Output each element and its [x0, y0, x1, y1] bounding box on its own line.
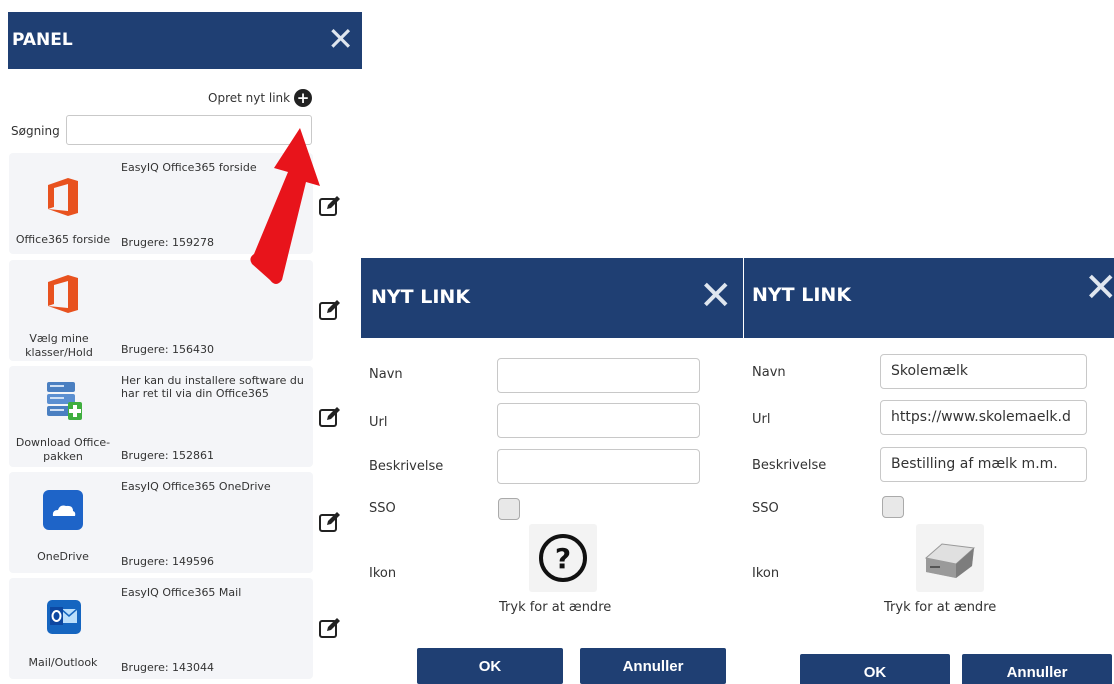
server-add-icon	[13, 378, 113, 438]
ok-button[interactable]: OK	[417, 648, 563, 684]
name-field[interactable]	[497, 358, 700, 393]
panel-title: PANEL	[12, 30, 73, 50]
url-label: Url	[369, 415, 388, 430]
edit-icon[interactable]	[318, 298, 342, 322]
edit-icon[interactable]	[318, 616, 342, 640]
sso-label: SSO	[369, 501, 396, 516]
icon-picker[interactable]: ?	[529, 524, 597, 592]
cancel-button[interactable]: Annuller	[962, 654, 1112, 684]
change-icon-link[interactable]: Tryk for at ændre	[499, 600, 611, 615]
red-arrow-icon	[250, 128, 320, 284]
dialog-header: NYT LINK ✕	[744, 258, 1114, 338]
question-mark-icon: ?	[539, 534, 587, 582]
dialog-title: NYT LINK	[371, 286, 471, 308]
link-card[interactable]: OneDrive EasyIQ Office365 OneDrive Bruge…	[9, 472, 313, 573]
description-field[interactable]	[497, 449, 700, 484]
edit-icon[interactable]	[318, 405, 342, 429]
link-users: Brugere: 149596	[121, 555, 215, 568]
create-link-label: Opret nyt link	[208, 91, 291, 105]
link-name: Office365 forside	[15, 233, 111, 246]
office-icon	[13, 274, 113, 334]
link-description: Her kan du installere software du har re…	[121, 374, 304, 400]
link-users: Brugere: 143044	[121, 661, 215, 674]
cancel-button[interactable]: Annuller	[580, 648, 726, 684]
link-card[interactable]: Mail/Outlook EasyIQ Office365 Mail Bruge…	[9, 578, 313, 679]
sso-label: SSO	[752, 501, 779, 516]
change-icon-link[interactable]: Tryk for at ændre	[884, 600, 996, 615]
name-label: Navn	[752, 365, 786, 380]
plus-circle-icon[interactable]: +	[294, 89, 313, 107]
link-users: Brugere: 152861	[121, 449, 215, 462]
sso-checkbox[interactable]	[498, 498, 520, 520]
url-field[interactable]	[497, 403, 700, 438]
dialog-header: NYT LINK ✕	[361, 258, 743, 338]
name-field[interactable]: Skolemælk	[880, 354, 1087, 389]
new-link-dialog-filled: NYT LINK ✕ Navn Skolemælk Url https://ww…	[744, 258, 1114, 684]
hard-drive-icon	[924, 543, 976, 578]
link-card[interactable]: Download Office-pakken Her kan du instal…	[9, 366, 313, 467]
url-field[interactable]: https://www.skolemaelk.d	[880, 400, 1087, 435]
panel-header: PANEL ✕	[8, 12, 362, 69]
search-label: Søgning	[11, 124, 60, 138]
link-name: Mail/Outlook	[28, 656, 98, 669]
dialog-title: NYT LINK	[752, 284, 852, 306]
icon-label: Ikon	[369, 566, 397, 581]
description-label: Beskrivelse	[752, 458, 827, 473]
link-description: EasyIQ Office365 Mail	[121, 586, 242, 599]
description-label: Beskrivelse	[369, 459, 444, 474]
new-link-dialog-empty: NYT LINK ✕ Navn Url Beskrivelse SSO Ikon…	[361, 258, 743, 684]
icon-label: Ikon	[752, 566, 780, 581]
link-name: Vælg mine klasser/Hold	[25, 332, 93, 359]
onedrive-icon	[13, 490, 113, 550]
link-description: EasyIQ Office365 OneDrive	[121, 480, 271, 493]
link-name: OneDrive	[37, 550, 89, 563]
link-name: Download Office-pakken	[15, 436, 111, 463]
svg-text:?: ?	[555, 542, 571, 575]
panel-close-icon[interactable]: ✕	[327, 23, 354, 55]
url-label: Url	[752, 412, 771, 427]
link-users: Brugere: 156430	[121, 343, 215, 356]
edit-icon[interactable]	[318, 510, 342, 534]
link-users: Brugere: 159278	[121, 236, 215, 249]
outlook-icon	[13, 596, 113, 656]
name-label: Navn	[369, 367, 403, 382]
description-field[interactable]: Bestilling af mælk m.m.	[880, 447, 1087, 482]
close-icon[interactable]: ✕	[699, 276, 733, 316]
sso-checkbox[interactable]	[882, 496, 904, 518]
office-icon	[13, 177, 113, 237]
icon-picker[interactable]	[916, 524, 984, 592]
close-icon[interactable]: ✕	[1084, 268, 1114, 308]
create-link-button[interactable]: Opret nyt link +	[208, 89, 313, 107]
ok-button[interactable]: OK	[800, 654, 950, 684]
